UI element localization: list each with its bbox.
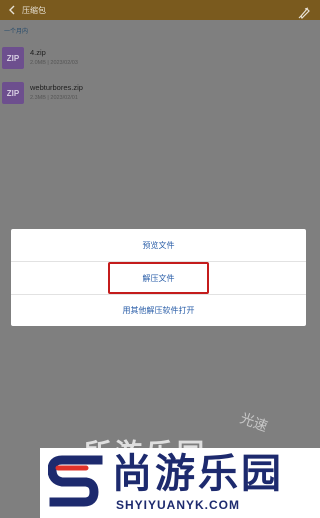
app-header: 压缩包 — [0, 0, 320, 20]
brand-banner: 尚游乐园 SHYIYUANYK.COM — [40, 448, 320, 518]
file-name: webturbores.zip — [30, 83, 83, 92]
action-dialog: 预览文件 解压文件 用其他解压软件打开 — [11, 229, 306, 326]
banner-title: 尚游乐园 — [112, 451, 284, 497]
list-item[interactable]: ZIP 4.zip 2.0MB | 2023/02/03 — [0, 45, 320, 75]
page-title: 压缩包 — [22, 5, 46, 15]
preview-file-option[interactable]: 预览文件 — [11, 229, 306, 261]
section-label: 一个月内 — [4, 28, 29, 35]
file-meta: 2.3MB | 2023/02/01 — [30, 95, 78, 101]
chevron-left-icon[interactable] — [6, 0, 18, 20]
watermark-small: 光速 — [237, 410, 270, 436]
list-item[interactable]: ZIP webturbores.zip 2.3MB | 2023/02/01 — [0, 80, 320, 110]
banner-url: SHYIYUANYK.COM — [116, 498, 241, 512]
zip-file-icon: ZIP — [2, 47, 24, 69]
zip-file-icon: ZIP — [2, 82, 24, 104]
brush-icon[interactable] — [298, 4, 310, 20]
highlight-box — [108, 262, 209, 294]
file-meta: 2.0MB | 2023/02/03 — [30, 60, 78, 66]
open-with-other-app-option[interactable]: 用其他解压软件打开 — [11, 294, 306, 326]
file-name: 4.zip — [30, 48, 46, 57]
brand-logo-icon — [47, 452, 104, 514]
